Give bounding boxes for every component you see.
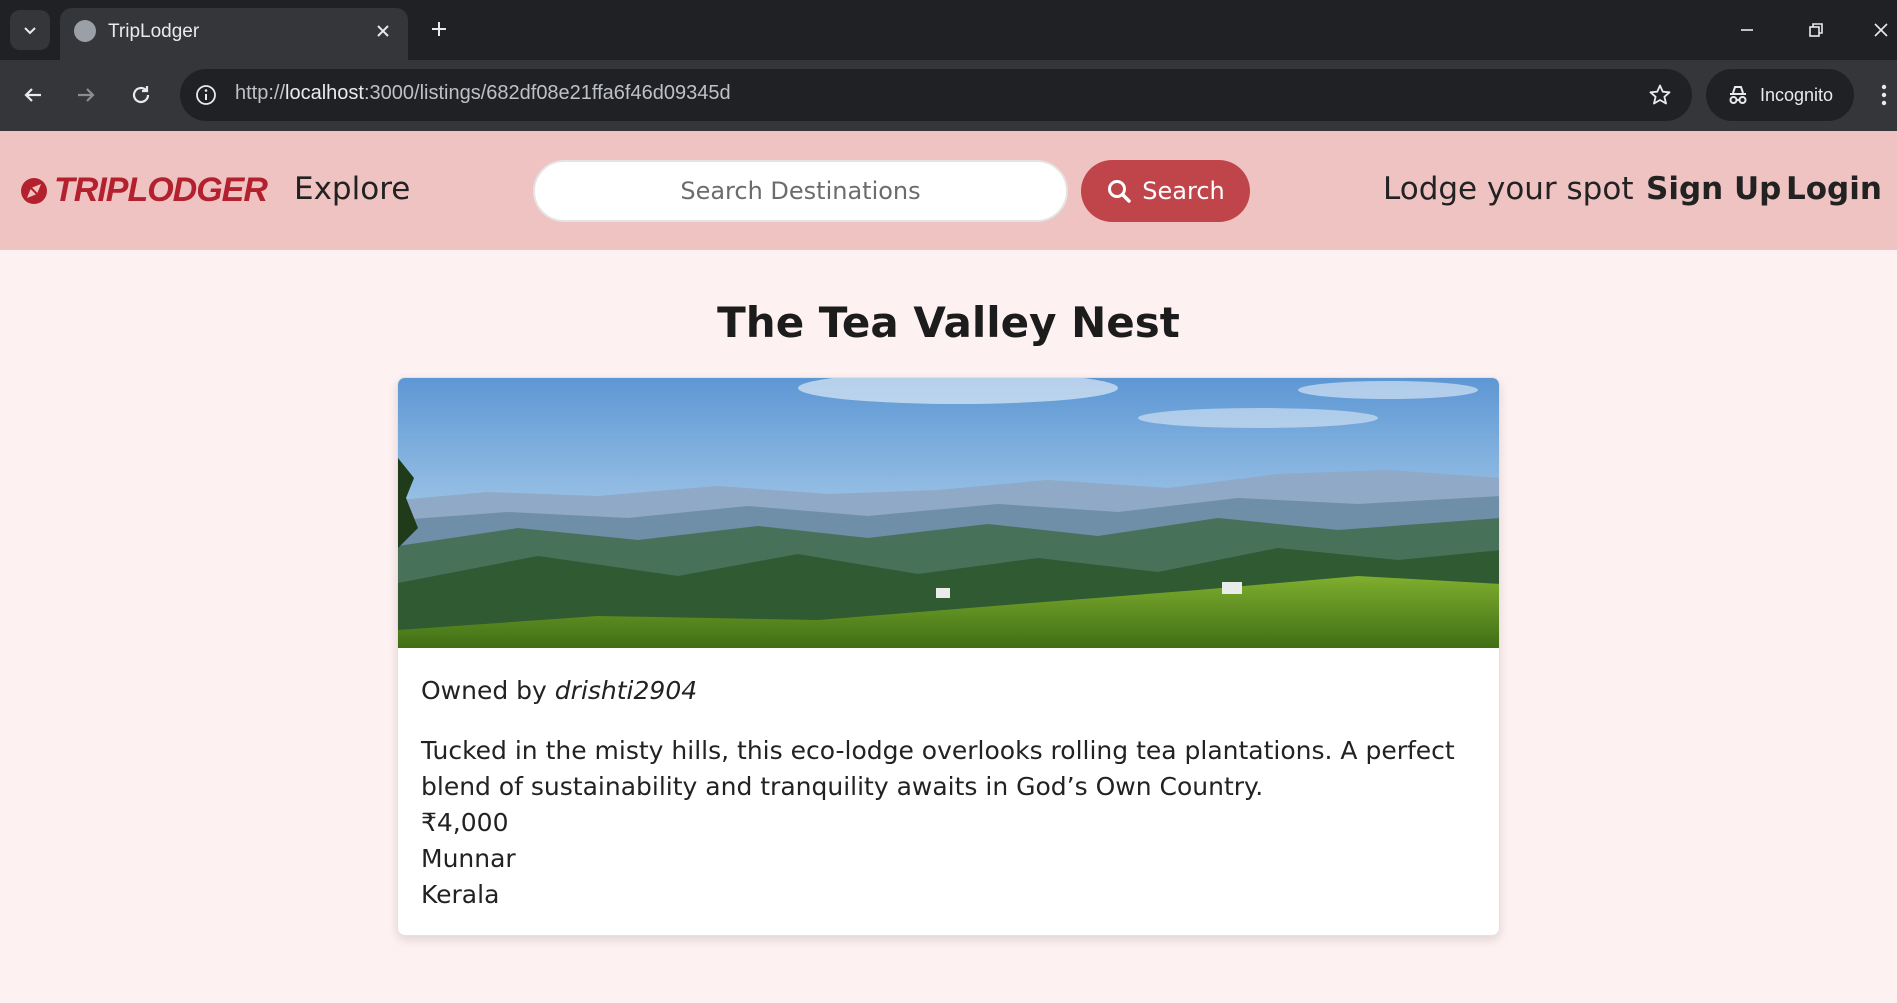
url-scheme: http://	[235, 82, 286, 104]
incognito-icon	[1729, 86, 1747, 104]
tab-title: TripLodger	[108, 21, 200, 42]
listing-title: The Tea Valley Nest	[717, 298, 1180, 347]
explore-link[interactable]: Explore	[294, 171, 410, 207]
arrow-right-icon	[78, 88, 95, 102]
search-icon	[1108, 180, 1132, 203]
arrow-left-icon	[24, 88, 41, 102]
browser-menu-button[interactable]	[1874, 75, 1894, 115]
chevron-down-icon	[24, 27, 36, 35]
bookmark-star-icon[interactable]	[1646, 81, 1674, 109]
globe-icon	[74, 20, 96, 42]
listing-location: Munnar	[421, 844, 516, 873]
owner-prefix: Owned by	[421, 676, 547, 705]
minimize-icon	[1741, 29, 1753, 31]
restore-button[interactable]	[1796, 12, 1836, 48]
signup-link[interactable]: Sign Up	[1646, 171, 1781, 207]
compass-icon	[21, 177, 47, 204]
plus-icon	[432, 22, 446, 36]
listing-image	[398, 378, 1499, 648]
listing-card: Owned by drishti2904 Tucked in the misty…	[397, 377, 1500, 936]
incognito-indicator[interactable]: Incognito	[1706, 69, 1854, 121]
site-info-icon[interactable]	[192, 81, 220, 109]
new-tab-button[interactable]	[424, 14, 454, 44]
forward-button[interactable]	[66, 75, 106, 115]
browser-toolbar: http://localhost:3000/listings/682df08e2…	[0, 60, 1897, 131]
close-tab-button[interactable]	[370, 18, 396, 44]
site-navbar: TRIPLODGER Explore Search Lodge your spo…	[0, 131, 1897, 250]
reload-icon	[132, 86, 150, 104]
browser-tab[interactable]: TripLodger	[60, 8, 408, 60]
search-input[interactable]	[533, 160, 1068, 222]
url-host: localhost	[285, 82, 364, 104]
owner-line: Owned by drishti2904	[421, 673, 1481, 709]
lodge-your-spot-link[interactable]: Lodge your spot	[1383, 171, 1633, 207]
search-button[interactable]: Search	[1081, 160, 1250, 222]
close-window-button[interactable]	[1864, 12, 1897, 48]
more-vertical-icon	[1881, 84, 1887, 106]
reload-button[interactable]	[121, 75, 161, 115]
tab-list-button[interactable]	[10, 10, 50, 50]
listing-details: Owned by drishti2904 Tucked in the misty…	[421, 673, 1481, 913]
search-button-label: Search	[1142, 177, 1225, 205]
address-bar[interactable]: http://localhost:3000/listings/682df08e2…	[180, 69, 1692, 121]
url-text: http://localhost:3000/listings/682df08e2…	[235, 82, 731, 105]
listing-description: Tucked in the misty hills, this eco-lodg…	[421, 736, 1455, 801]
incognito-label: Incognito	[1760, 84, 1834, 105]
owner-name: drishti2904	[554, 676, 698, 705]
minimize-button[interactable]	[1727, 12, 1767, 48]
close-icon	[377, 25, 389, 37]
brand-name: TRIPLODGER	[54, 171, 268, 209]
close-icon	[1873, 23, 1888, 37]
url-path: :3000/listings/682df08e21ffa6f46d09345d	[363, 82, 731, 104]
login-link[interactable]: Login	[1786, 171, 1882, 207]
listing-price: ₹4,000	[421, 808, 509, 837]
restore-icon	[1809, 23, 1823, 37]
brand-logo-link[interactable]: TRIPLODGER	[18, 171, 268, 210]
browser-tab-bar: TripLodger	[0, 0, 1897, 60]
listing-state: Kerala	[421, 880, 500, 909]
back-button[interactable]	[13, 75, 53, 115]
